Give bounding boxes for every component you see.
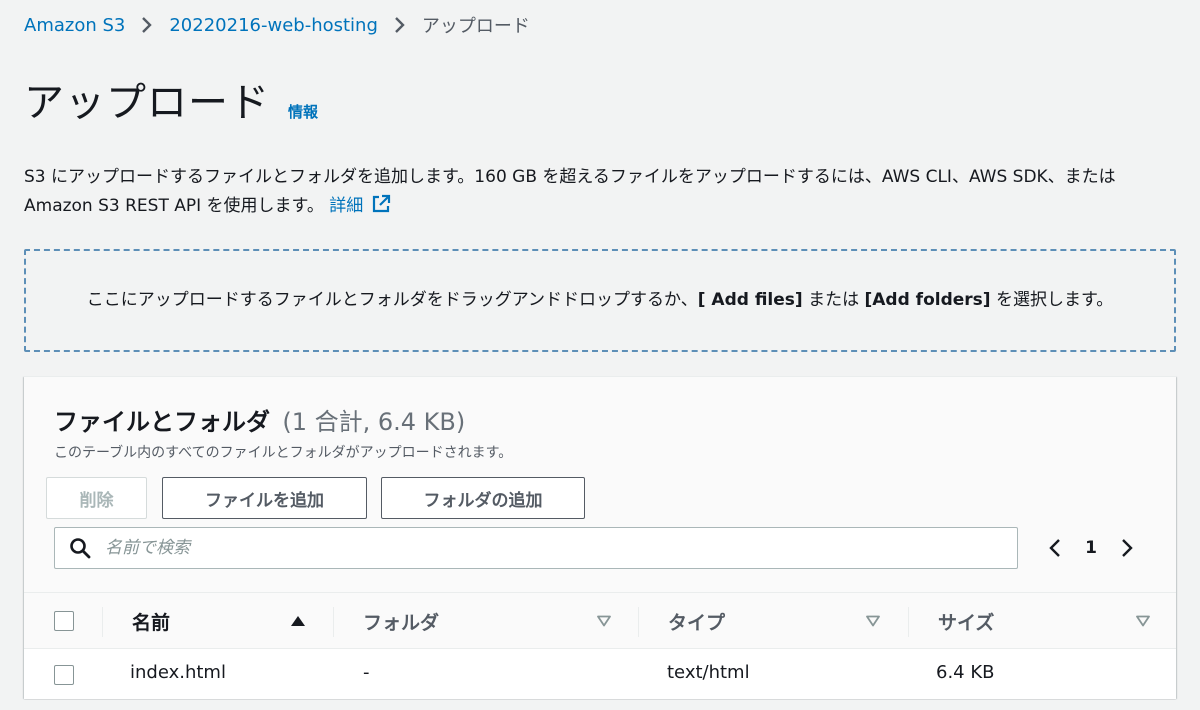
dropzone-add-files-label: [ Add files] — [697, 290, 803, 310]
chevron-right-icon — [378, 16, 422, 34]
sort-ascending-icon[interactable] — [290, 615, 306, 627]
cell-type: text/html — [667, 662, 750, 683]
page-description: S3 にアップロードするファイルとフォルダを追加します。160 GB を超えるフ… — [24, 163, 1184, 221]
add-folder-button[interactable]: フォルダの追加 — [381, 477, 585, 519]
panel-description: このテーブル内のすべてのファイルとフォルダがアップロードされます。 — [54, 445, 513, 461]
column-divider — [638, 607, 639, 637]
panel-title-text: ファイルとフォルダ — [54, 408, 270, 436]
cell-name: index.html — [130, 662, 226, 683]
file-dropzone[interactable]: ここにアップロードするファイルとフォルダをドラッグアンドドロップするか、[ Ad… — [24, 249, 1176, 352]
page-header: アップロード 情報 — [24, 78, 318, 128]
cell-folder: - — [363, 662, 370, 683]
current-page-number[interactable]: 1 — [1070, 538, 1112, 558]
search-icon — [70, 538, 91, 559]
dropzone-add-folders-label: [Add folders] — [864, 290, 991, 310]
pagination: 1 — [1040, 527, 1142, 569]
table-row[interactable]: index.html - text/html 6.4 KB — [24, 649, 1176, 699]
info-link[interactable]: 情報 — [288, 101, 318, 122]
column-header-folder[interactable]: フォルダ — [363, 608, 439, 635]
next-page-button[interactable] — [1112, 527, 1142, 569]
column-header-size[interactable]: サイズ — [938, 608, 994, 635]
breadcrumb-current-page: アップロード — [421, 16, 530, 37]
breadcrumb: Amazon S3 20220216-web-hosting アップロード — [24, 12, 530, 38]
chevron-right-icon — [125, 16, 169, 34]
select-all-checkbox[interactable] — [54, 611, 74, 631]
breadcrumb-link-amazon-s3[interactable]: Amazon S3 — [24, 15, 125, 36]
column-divider — [333, 607, 334, 637]
column-divider — [102, 607, 103, 637]
sort-unsorted-icon[interactable] — [1135, 615, 1151, 627]
add-files-button[interactable]: ファイルを追加 — [162, 477, 367, 519]
chevron-left-icon — [1049, 539, 1060, 557]
column-divider — [908, 607, 909, 637]
column-header-type[interactable]: タイプ — [668, 608, 725, 635]
search-input[interactable] — [105, 529, 985, 567]
learn-more-link[interactable]: 詳細 — [329, 194, 391, 216]
description-text: S3 にアップロードするファイルとフォルダを追加します。160 GB を超えるフ… — [24, 167, 1116, 216]
chevron-right-icon — [1122, 539, 1133, 557]
breadcrumb-link-bucket[interactable]: 20220216-web-hosting — [169, 15, 378, 36]
sort-unsorted-icon[interactable] — [865, 615, 881, 627]
external-link-icon — [373, 194, 391, 213]
learn-more-label: 詳細 — [329, 196, 364, 216]
search-box — [54, 527, 1018, 569]
row-checkbox[interactable] — [54, 665, 74, 685]
panel-title: ファイルとフォルダ (1 合計, 6.4 KB) — [54, 402, 465, 437]
column-header-name[interactable]: 名前 — [132, 608, 170, 635]
sort-unsorted-icon[interactable] — [596, 615, 612, 627]
previous-page-button[interactable] — [1040, 527, 1070, 569]
table-header: 名前 フォルダ タイプ サイズ — [24, 593, 1176, 649]
dropzone-text-after: を選択します。 — [990, 290, 1114, 310]
panel-header: ファイルとフォルダ (1 合計, 6.4 KB) このテーブル内のすべてのファイ… — [24, 377, 1176, 593]
dropzone-text-middle: または — [802, 290, 865, 310]
cell-size: 6.4 KB — [936, 662, 995, 683]
files-and-folders-panel: ファイルとフォルダ (1 合計, 6.4 KB) このテーブル内のすべてのファイ… — [24, 376, 1176, 699]
delete-button[interactable]: 削除 — [46, 477, 147, 519]
dropzone-text: ここにアップロードするファイルとフォルダをドラッグアンドドロップするか、[ Ad… — [87, 286, 1114, 315]
dropzone-text-before: ここにアップロードするファイルとフォルダをドラッグアンドドロップするか、 — [86, 290, 698, 310]
panel-count: (1 合計, 6.4 KB) — [282, 408, 466, 436]
page-title: アップロード — [24, 80, 270, 126]
